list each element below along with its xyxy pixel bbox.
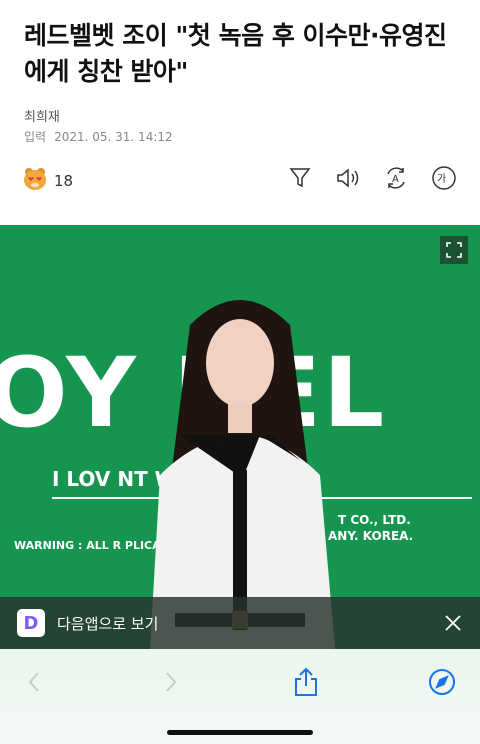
filter-button[interactable] [286,164,314,192]
expand-photo-button[interactable] [440,236,468,264]
date-label: 입력 [24,130,47,144]
translate-button[interactable]: A [382,164,410,192]
daum-logo: D [17,609,45,637]
article-photo[interactable]: OY HEL I LOV NT WITH YO T CO., LTD. ANY.… [0,225,480,649]
filter-icon [289,168,311,188]
reaction-count: 18 [54,172,74,190]
expand-icon [446,242,462,258]
article-tools: A 가 [286,164,458,192]
compass-button[interactable] [427,667,457,697]
share-icon [295,667,317,696]
banner-close-button[interactable] [444,614,462,632]
speaker-button[interactable] [334,164,362,192]
date-value: 2021. 05. 31. 14:12 [54,130,173,144]
chevron-right-icon [166,672,177,692]
article-headline: 레드벨벳 조이 "첫 녹음 후 이수만·유영진에게 칭찬 받아" [24,21,447,86]
font-size-icon: 가 [432,166,456,190]
article-date: 입력 2021. 05. 31. 14:12 [24,128,173,145]
translate-icon: A [387,167,405,189]
svg-text:가: 가 [437,173,446,185]
chevron-left-icon [28,672,39,692]
reaction-emoji-icon [22,166,48,196]
open-in-app-banner[interactable]: D 다음앱으로 보기 [0,597,480,649]
banner-text: 다음앱으로 보기 [57,614,159,633]
compass-icon [429,669,455,695]
font-size-button[interactable]: 가 [430,164,458,192]
speaker-icon [337,168,359,188]
daum-logo-letter: D [23,612,39,634]
close-icon [445,615,461,631]
back-button[interactable] [19,667,49,697]
svg-text:A: A [392,174,399,185]
home-indicator[interactable] [167,730,313,735]
reaction-button[interactable]: 18 [22,166,73,196]
share-button[interactable] [291,667,321,697]
forward-button[interactable] [156,667,186,697]
article-author[interactable]: 최희재 [24,106,60,125]
person-figure [150,300,335,649]
